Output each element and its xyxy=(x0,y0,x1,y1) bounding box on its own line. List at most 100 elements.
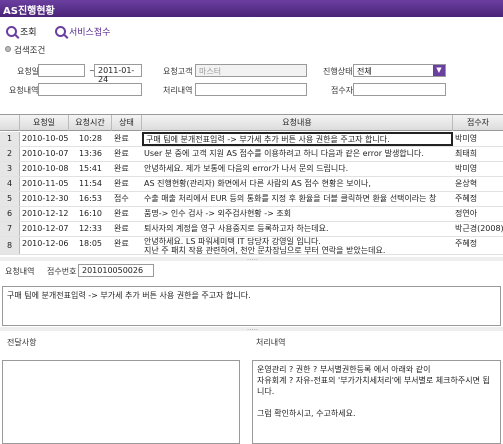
table-row[interactable]: 7 2010-12-07 12:33 완료 퇴사자의 계정을 영구 사용중지로 … xyxy=(0,222,503,237)
cell-request: 안녕하세요. 제가 보통에 다음의 error가 나서 문의 드립니다. xyxy=(144,164,349,173)
cell-date: 2010-10-08 xyxy=(22,164,69,173)
cell-request: 퇴사자의 계정을 영구 사용중지로 등록하고자 하는데요. xyxy=(144,224,329,233)
cell-date: 2010-12-30 xyxy=(22,194,69,203)
row-number: 5 xyxy=(0,192,20,206)
cell-status: 완료 xyxy=(114,179,129,188)
cell-date: 2010-11-05 xyxy=(22,179,69,188)
cell-request: 수출 매출 처리에서 EUR 등의 통화를 지정 후 환율을 더블 클릭하면 환… xyxy=(144,194,437,203)
col-header-request[interactable]: 요청내용 xyxy=(142,115,453,131)
col-header-status[interactable]: 상태 xyxy=(112,115,142,131)
cell-date: 2010-12-06 xyxy=(22,239,69,248)
table-row[interactable]: 8 2010-12-06 18:05 완료 안녕하세요. LS 파워세미텍 IT… xyxy=(0,237,503,255)
query-button-label: 조회 xyxy=(20,27,37,38)
table-row[interactable]: 4 2010-11-05 11:54 완료 AS 진행현황(관리자) 화면에서 … xyxy=(0,177,503,192)
cell-status: 완료 xyxy=(114,164,129,173)
cell-receiver: 주혜정 xyxy=(455,239,478,248)
bottom-panels: 전달사항 처리내역 운영관리 ? 권한 ? 부서별권한등록 에서 아래와 같이 … xyxy=(0,331,503,444)
request-content-label: 요청내역 xyxy=(9,86,39,95)
row-number: 1 xyxy=(0,132,20,146)
service-receipt-button[interactable]: 서비스접수 xyxy=(55,23,110,39)
table-row[interactable]: 5 2010-12-30 16:53 접수 수출 매출 처리에서 EUR 등의 … xyxy=(0,192,503,207)
receiver-label: 접수자 xyxy=(331,86,354,95)
cell-request: 안녕하세요. LS 파워세미텍 IT 담당자 강영일 입니다. 지난 주 패치 … xyxy=(142,237,453,254)
search-icon xyxy=(6,25,17,37)
cell-request-line1: 안녕하세요. LS 파워세미텍 IT 담당자 강영일 입니다. xyxy=(144,237,321,246)
request-text-area[interactable]: 구매 팀에 분개전표입력 -> 부가세 추가 버튼 사용 권한을 주고자 합니다… xyxy=(2,286,501,326)
cell-status: 완료 xyxy=(114,149,129,158)
cell-receiver: 박미영 xyxy=(455,164,478,173)
section-bullet-icon xyxy=(5,46,11,52)
status-label: 진행상태 xyxy=(323,67,353,76)
cell-receiver: 박미영 xyxy=(455,134,478,143)
request-detail-label: 요청내역 xyxy=(5,267,35,276)
cell-date: 2010-12-12 xyxy=(22,209,69,218)
cell-receiver: 주혜정 xyxy=(455,194,478,203)
table-row[interactable]: 6 2010-12-12 16:10 완료 품명-> 인수 검사 -> 외주검사… xyxy=(0,207,503,222)
splitter-handle[interactable]: ..... xyxy=(0,254,503,262)
request-detail-section: 요청내역 접수번호 201010050026 구매 팀에 분개전표입력 -> 부… xyxy=(0,262,503,326)
cell-receiver: 박근경(2008) xyxy=(455,224,503,233)
status-select-value: 전체 xyxy=(357,67,372,76)
cell-time: 18:05 xyxy=(78,239,103,248)
cell-status: 완료 xyxy=(114,209,129,218)
cell-time: 16:10 xyxy=(78,209,103,218)
date-to-input[interactable]: 2011-01-24 xyxy=(94,64,142,84)
receipt-number-field[interactable]: 201010050026 xyxy=(78,264,154,277)
delivery-text-area[interactable] xyxy=(2,360,240,444)
cell-request-line2: 지난 주 패치 작용 관련하여, 천안 문차장님으로 부터 연락을 받았는데요. xyxy=(144,246,386,254)
col-header-time[interactable]: 요청시간 xyxy=(69,115,112,131)
process-text-area[interactable]: 운영관리 ? 권한 ? 부서별권한등록 에서 아래와 같이 자유회계 ? 자유-… xyxy=(252,360,501,444)
service-receipt-button-label: 서비스접수 xyxy=(69,27,111,38)
search-conditions: 요청일 ~ 2011-01-24 요청고객 마스터 진행상태 전체 ▼ 요청내역… xyxy=(0,55,503,113)
cell-status: 완료 xyxy=(114,239,129,248)
cell-status: 완료 xyxy=(114,134,129,143)
row-number: 3 xyxy=(0,162,20,176)
cell-time: 12:33 xyxy=(78,224,103,233)
cell-receiver: 최태희 xyxy=(455,149,478,158)
col-header-receiver[interactable]: 접수자 xyxy=(453,115,503,131)
row-number: 7 xyxy=(0,222,20,236)
delivery-label: 전달사항 xyxy=(7,338,37,347)
process-detail-label: 처리내역 xyxy=(256,338,286,347)
chevron-down-icon[interactable]: ▼ xyxy=(433,65,445,76)
receipt-number-label: 접수번호 xyxy=(47,267,77,276)
request-content-input[interactable] xyxy=(38,83,142,96)
cell-request: 품명-> 인수 검사 -> 외주검사현황 -> 조회 xyxy=(144,209,292,218)
request-date-label: 요청일 xyxy=(17,67,40,76)
date-from-input[interactable] xyxy=(38,64,85,77)
search-section-header: 검색조건 xyxy=(0,44,503,56)
cell-time: 10:28 xyxy=(78,134,103,143)
row-number-header xyxy=(0,115,20,131)
cell-time: 11:54 xyxy=(78,179,103,188)
request-grid: 요청일 요청시간 상태 요청내용 접수자 1 2010-10-05 10:28 … xyxy=(0,114,503,256)
cell-time: 13:36 xyxy=(78,149,103,158)
cell-time: 16:53 xyxy=(78,194,103,203)
cell-status: 접수 xyxy=(114,194,129,203)
cell-request: User 분 중에 고객 지원 AS 접수를 이용하려고 하니 다음과 같은 e… xyxy=(144,149,424,158)
cell-receiver: 윤상혁 xyxy=(455,179,478,188)
search-icon xyxy=(55,25,66,37)
customer-input[interactable]: 마스터 xyxy=(195,64,307,77)
status-select[interactable]: 전체 ▼ xyxy=(353,64,446,77)
row-number: 4 xyxy=(0,177,20,191)
table-row[interactable]: 3 2010-10-08 15:41 완료 안녕하세요. 제가 보통에 다음의 … xyxy=(0,162,503,177)
cell-receiver: 정연아 xyxy=(455,209,478,218)
window-title: AS진행현황 xyxy=(3,6,55,17)
cell-time: 15:41 xyxy=(78,164,103,173)
window-title-bar: AS진행현황 xyxy=(0,0,503,17)
row-number: 6 xyxy=(0,207,20,221)
table-row[interactable]: 2 2010-10-07 13:36 완료 User 분 중에 고객 지원 AS… xyxy=(0,147,503,162)
customer-label: 요청고객 xyxy=(163,67,193,76)
cell-request: AS 진행현황(관리자) 화면에서 다른 사람의 AS 접수 현황은 보이나, xyxy=(144,179,371,188)
receiver-input[interactable] xyxy=(353,83,446,96)
process-content-input[interactable] xyxy=(195,83,307,96)
table-row[interactable]: 1 2010-10-05 10:28 완료 구매 팀에 분개전표입력 -> 부가… xyxy=(0,132,503,147)
col-header-date[interactable]: 요청일 xyxy=(20,115,69,131)
cell-date: 2010-10-05 xyxy=(22,134,69,143)
query-button[interactable]: 조회 xyxy=(6,23,37,39)
row-number: 2 xyxy=(0,147,20,161)
process-content-label: 처리내역 xyxy=(163,86,193,95)
cell-date: 2010-12-07 xyxy=(22,224,69,233)
row-number: 8 xyxy=(0,237,20,254)
grid-header: 요청일 요청시간 상태 요청내용 접수자 xyxy=(0,115,503,131)
